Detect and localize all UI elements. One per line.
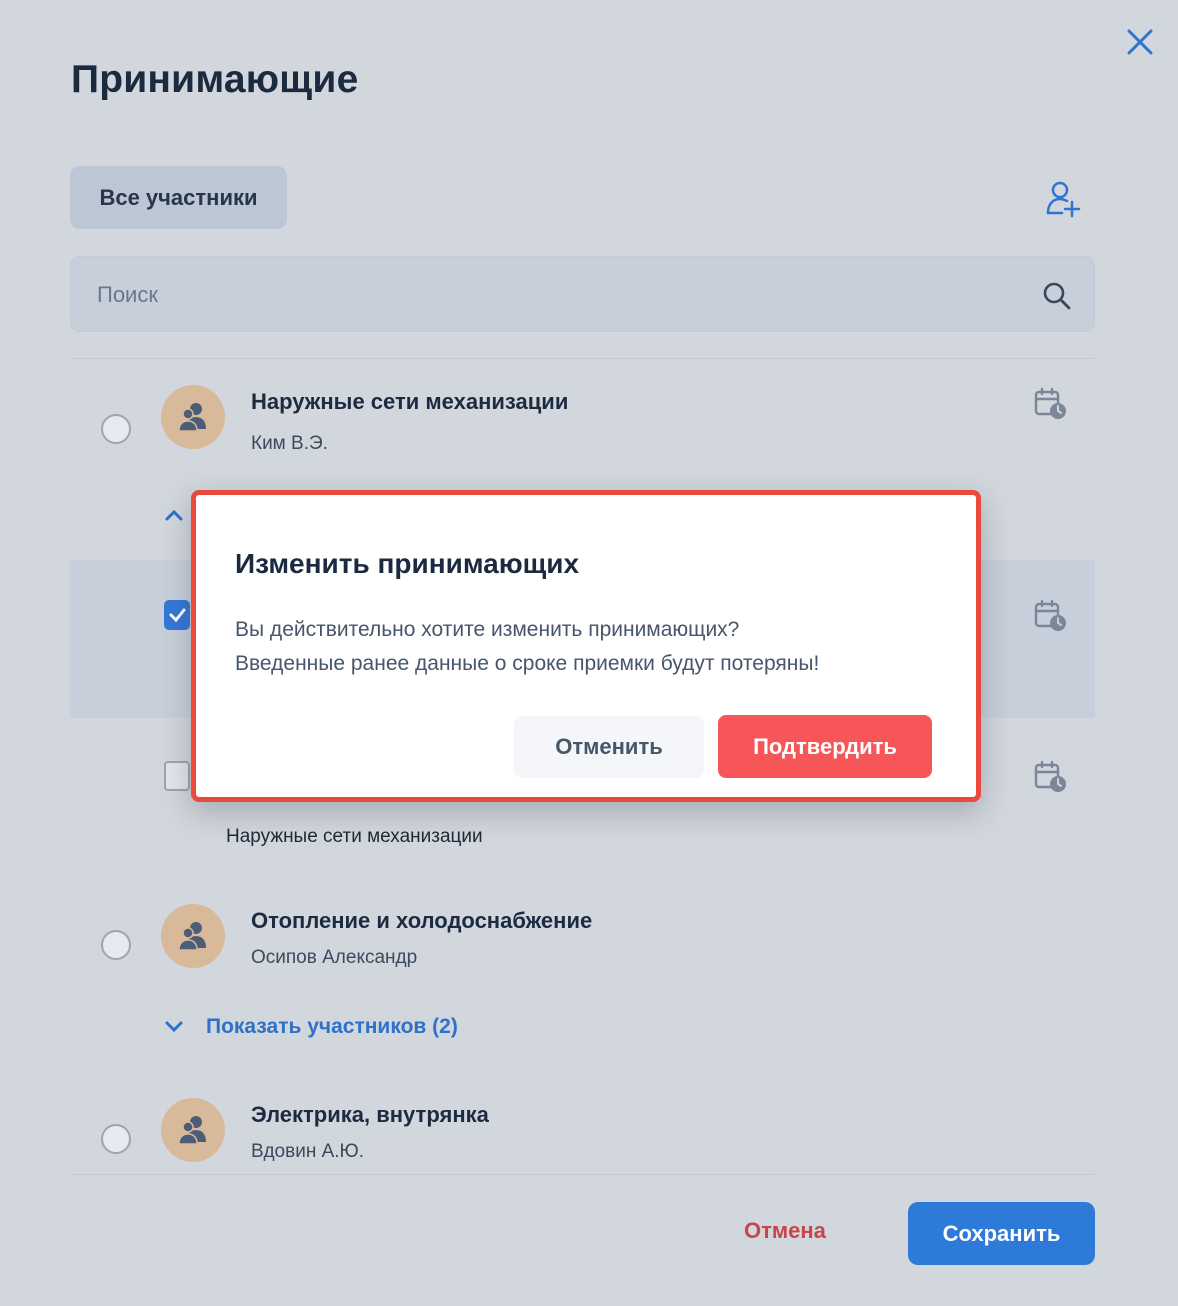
member-checkbox[interactable]: [164, 761, 190, 791]
chevron-up-icon[interactable]: [164, 508, 184, 527]
group-person: Вдовин А.Ю.: [251, 1141, 365, 1162]
group-avatar: [161, 904, 225, 968]
dialog-message-line: Введенные ранее данные о сроке приемки б…: [235, 652, 820, 675]
search-icon[interactable]: [1042, 281, 1072, 311]
dialog-cancel-button[interactable]: Отменить: [514, 716, 704, 778]
group-person: Осипов Александр: [251, 947, 418, 968]
close-icon[interactable]: [1122, 24, 1158, 60]
all-participants-button[interactable]: Все участники: [70, 166, 287, 229]
search-input[interactable]: [95, 257, 999, 333]
group-icon: [178, 1116, 206, 1145]
cancel-button[interactable]: Отмена: [744, 1218, 826, 1244]
group-avatar: [161, 385, 225, 449]
group-person: Ким В.Э.: [251, 433, 328, 454]
member-caption: Наружные сети механизации: [226, 826, 483, 847]
calendar-clock-icon[interactable]: [1033, 598, 1069, 634]
group-radio[interactable]: [101, 414, 131, 444]
page-title: Принимающие: [71, 58, 359, 101]
dialog-message: Вы действительно хотите изменить принима…: [235, 613, 955, 681]
dialog-title: Изменить принимающих: [235, 548, 580, 579]
confirm-dialog: Изменить принимающих Вы действительно хо…: [191, 490, 981, 802]
group-title: Отопление и холодоснабжение: [251, 908, 593, 933]
member-checkbox-checked[interactable]: [164, 600, 190, 630]
calendar-clock-icon[interactable]: [1033, 759, 1069, 795]
add-user-icon[interactable]: [1042, 178, 1084, 220]
chevron-down-icon[interactable]: [164, 1020, 184, 1039]
list-divider-bottom: [70, 1174, 1095, 1175]
group-radio[interactable]: [101, 930, 131, 960]
show-members-link[interactable]: Показать участников (2): [206, 1015, 458, 1039]
group-avatar: [161, 1098, 225, 1162]
group-radio[interactable]: [101, 1124, 131, 1154]
group-title: Наружные сети механизации: [251, 389, 569, 414]
dialog-message-line: Вы действительно хотите изменить принима…: [235, 618, 740, 641]
group-icon: [178, 922, 206, 951]
list-divider-top: [70, 358, 1095, 359]
dialog-confirm-button[interactable]: Подтвердить: [718, 715, 932, 778]
search-field[interactable]: [70, 256, 1095, 333]
group-icon: [178, 403, 206, 432]
check-icon: [169, 608, 186, 623]
group-title: Электрика, внутрянка: [251, 1102, 489, 1127]
save-button[interactable]: Сохранить: [908, 1202, 1095, 1265]
calendar-clock-icon[interactable]: [1033, 386, 1069, 422]
